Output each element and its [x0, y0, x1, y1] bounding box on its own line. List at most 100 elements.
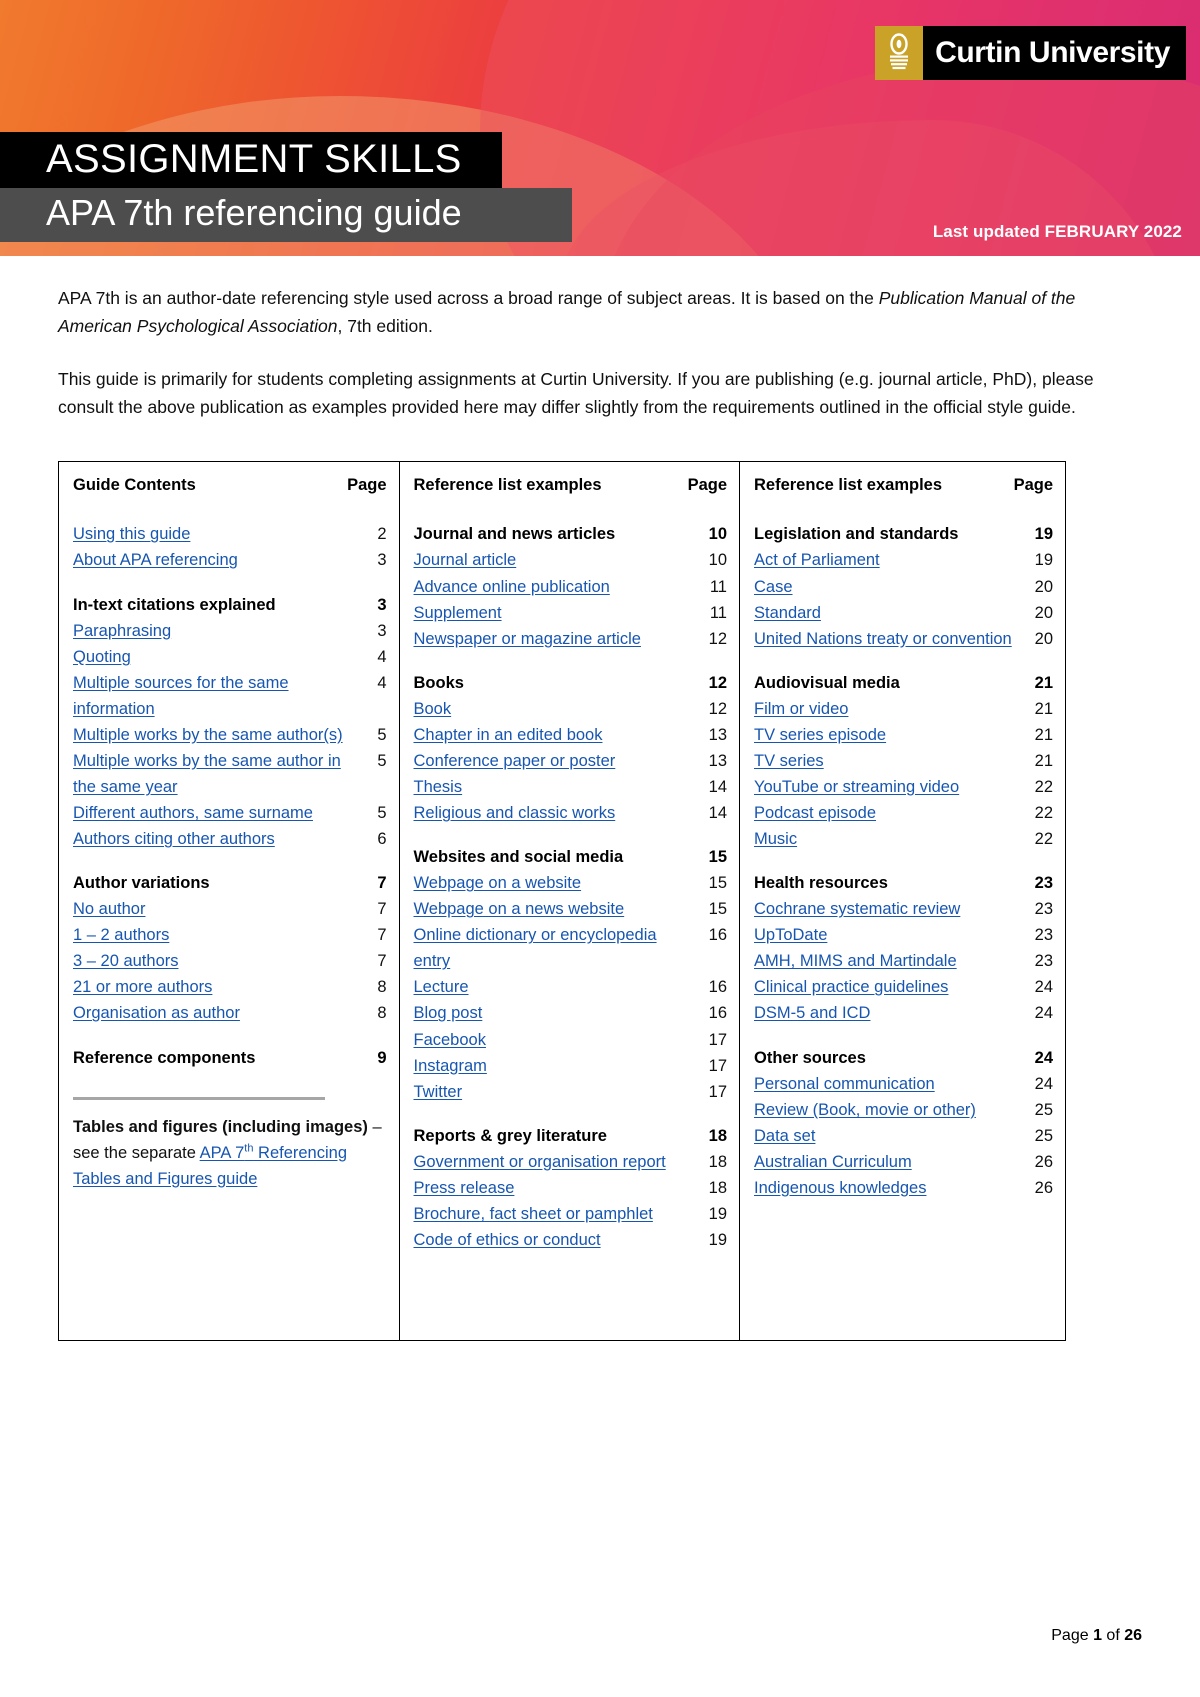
- toc-link[interactable]: Lecture: [414, 974, 479, 1000]
- toc-row[interactable]: Newspaper or magazine article 12: [412, 626, 730, 652]
- toc-row[interactable]: Data set 25: [752, 1123, 1055, 1149]
- toc-link[interactable]: Indigenous knowledges: [754, 1175, 936, 1201]
- toc-link[interactable]: Facebook: [414, 1027, 496, 1053]
- toc-link[interactable]: Clinical practice guidelines: [754, 974, 958, 1000]
- toc-link[interactable]: United Nations treaty or convention: [754, 626, 1022, 652]
- toc-link[interactable]: Religious and classic works: [414, 800, 626, 826]
- toc-link[interactable]: Quoting: [73, 644, 141, 670]
- toc-link[interactable]: Multiple works by the same author in the…: [73, 748, 365, 800]
- toc-row[interactable]: Multiple sources for the same informatio…: [71, 670, 389, 722]
- toc-link[interactable]: AMH, MIMS and Martindale: [754, 948, 967, 974]
- toc-link[interactable]: Book: [414, 696, 462, 722]
- toc-link[interactable]: Thesis: [414, 774, 473, 800]
- toc-row[interactable]: Brochure, fact sheet or pamphlet 19: [412, 1201, 730, 1227]
- toc-row[interactable]: AMH, MIMS and Martindale 23: [752, 948, 1055, 974]
- toc-row[interactable]: TV series episode 21: [752, 722, 1055, 748]
- toc-row[interactable]: Authors citing other authors 6: [71, 826, 389, 852]
- toc-row[interactable]: Conference paper or poster 13: [412, 748, 730, 774]
- toc-link[interactable]: UpToDate: [754, 922, 837, 948]
- toc-row[interactable]: Multiple works by the same author in the…: [71, 748, 389, 800]
- toc-link[interactable]: 3 – 20 authors: [73, 948, 189, 974]
- toc-row[interactable]: Instagram 17: [412, 1053, 730, 1079]
- toc-link[interactable]: Standard: [754, 600, 831, 626]
- toc-link[interactable]: Australian Curriculum: [754, 1149, 922, 1175]
- toc-link[interactable]: Newspaper or magazine article: [414, 626, 651, 652]
- toc-link[interactable]: 21 or more authors: [73, 974, 222, 1000]
- toc-row[interactable]: Lecture 16: [412, 974, 730, 1000]
- toc-link[interactable]: No author: [73, 896, 155, 922]
- toc-link[interactable]: Case: [754, 574, 803, 600]
- toc-link[interactable]: Chapter in an edited book: [414, 722, 613, 748]
- toc-row[interactable]: Review (Book, movie or other) 25: [752, 1097, 1055, 1123]
- toc-link[interactable]: Multiple sources for the same informatio…: [73, 670, 365, 722]
- toc-link[interactable]: Act of Parliament: [754, 547, 890, 573]
- toc-row[interactable]: Press release 18: [412, 1175, 730, 1201]
- toc-link[interactable]: About APA referencing: [73, 547, 248, 573]
- toc-row[interactable]: Government or organisation report 18: [412, 1149, 730, 1175]
- toc-link[interactable]: Film or video: [754, 696, 858, 722]
- toc-link[interactable]: Podcast episode: [754, 800, 886, 826]
- toc-row[interactable]: Case 20: [752, 574, 1055, 600]
- toc-row[interactable]: 1 – 2 authors 7: [71, 922, 389, 948]
- toc-link[interactable]: Blog post: [414, 1000, 493, 1026]
- toc-row[interactable]: Journal article 10: [412, 547, 730, 573]
- toc-link[interactable]: Cochrane systematic review: [754, 896, 970, 922]
- toc-row[interactable]: Quoting 4: [71, 644, 389, 670]
- toc-row[interactable]: Chapter in an edited book 13: [412, 722, 730, 748]
- toc-row[interactable]: Standard 20: [752, 600, 1055, 626]
- toc-link[interactable]: Data set: [754, 1123, 825, 1149]
- toc-row[interactable]: United Nations treaty or convention 20: [752, 626, 1055, 652]
- toc-row[interactable]: Multiple works by the same author(s) 5: [71, 722, 389, 748]
- toc-link[interactable]: TV series: [754, 748, 834, 774]
- toc-link[interactable]: Authors citing other authors: [73, 826, 285, 852]
- toc-row[interactable]: YouTube or streaming video 22: [752, 774, 1055, 800]
- toc-row[interactable]: Paraphrasing 3: [71, 618, 389, 644]
- toc-link[interactable]: Webpage on a news website: [414, 896, 635, 922]
- toc-link[interactable]: Different authors, same surname: [73, 800, 323, 826]
- toc-link[interactable]: YouTube or streaming video: [754, 774, 969, 800]
- toc-row[interactable]: Australian Curriculum 26: [752, 1149, 1055, 1175]
- toc-row[interactable]: Indigenous knowledges 26: [752, 1175, 1055, 1201]
- toc-row[interactable]: Webpage on a website 15: [412, 870, 730, 896]
- toc-link[interactable]: Review (Book, movie or other): [754, 1097, 986, 1123]
- toc-link[interactable]: Journal article: [414, 547, 527, 573]
- toc-link[interactable]: Music: [754, 826, 807, 852]
- toc-row[interactable]: Organisation as author 8: [71, 1000, 389, 1026]
- toc-link[interactable]: Press release: [414, 1175, 525, 1201]
- toc-row[interactable]: UpToDate 23: [752, 922, 1055, 948]
- toc-link[interactable]: Supplement: [414, 600, 512, 626]
- toc-row[interactable]: Blog post 16: [412, 1000, 730, 1026]
- toc-row[interactable]: Podcast episode 22: [752, 800, 1055, 826]
- toc-row[interactable]: Webpage on a news website 15: [412, 896, 730, 922]
- toc-link[interactable]: Organisation as author: [73, 1000, 250, 1026]
- toc-link[interactable]: TV series episode: [754, 722, 896, 748]
- toc-row[interactable]: Online dictionary or encyclopedia entry 1…: [412, 922, 730, 974]
- toc-row[interactable]: Act of Parliament 19: [752, 547, 1055, 573]
- toc-link[interactable]: Twitter: [414, 1079, 473, 1105]
- toc-link[interactable]: Government or organisation report: [414, 1149, 676, 1175]
- toc-link[interactable]: DSM-5 and ICD: [754, 1000, 880, 1026]
- toc-row[interactable]: Facebook 17: [412, 1027, 730, 1053]
- toc-link[interactable]: Advance online publication: [414, 574, 620, 600]
- toc-row[interactable]: Personal communication 24: [752, 1071, 1055, 1097]
- toc-link[interactable]: Personal communication: [754, 1071, 945, 1097]
- toc-row[interactable]: Supplement 11: [412, 600, 730, 626]
- apa7-link-part-1[interactable]: APA 7: [200, 1144, 245, 1162]
- toc-link[interactable]: Instagram: [414, 1053, 497, 1079]
- toc-row[interactable]: Cochrane systematic review 23: [752, 896, 1055, 922]
- toc-row[interactable]: Music 22: [752, 826, 1055, 852]
- toc-row[interactable]: No author 7: [71, 896, 389, 922]
- toc-link[interactable]: Code of ethics or conduct: [414, 1227, 611, 1253]
- toc-link[interactable]: Using this guide: [73, 521, 200, 547]
- toc-link[interactable]: 1 – 2 authors: [73, 922, 179, 948]
- toc-row[interactable]: Using this guide 2: [71, 521, 389, 547]
- toc-link[interactable]: Brochure, fact sheet or pamphlet: [414, 1201, 663, 1227]
- toc-row[interactable]: Religious and classic works 14: [412, 800, 730, 826]
- toc-link[interactable]: Webpage on a website: [414, 870, 592, 896]
- toc-row[interactable]: 3 – 20 authors 7: [71, 948, 389, 974]
- toc-link[interactable]: Online dictionary or encyclopedia entry: [414, 922, 706, 974]
- toc-link[interactable]: Conference paper or poster: [414, 748, 626, 774]
- toc-row[interactable]: Book 12: [412, 696, 730, 722]
- toc-row[interactable]: DSM-5 and ICD 24: [752, 1000, 1055, 1026]
- toc-row[interactable]: About APA referencing 3: [71, 547, 389, 573]
